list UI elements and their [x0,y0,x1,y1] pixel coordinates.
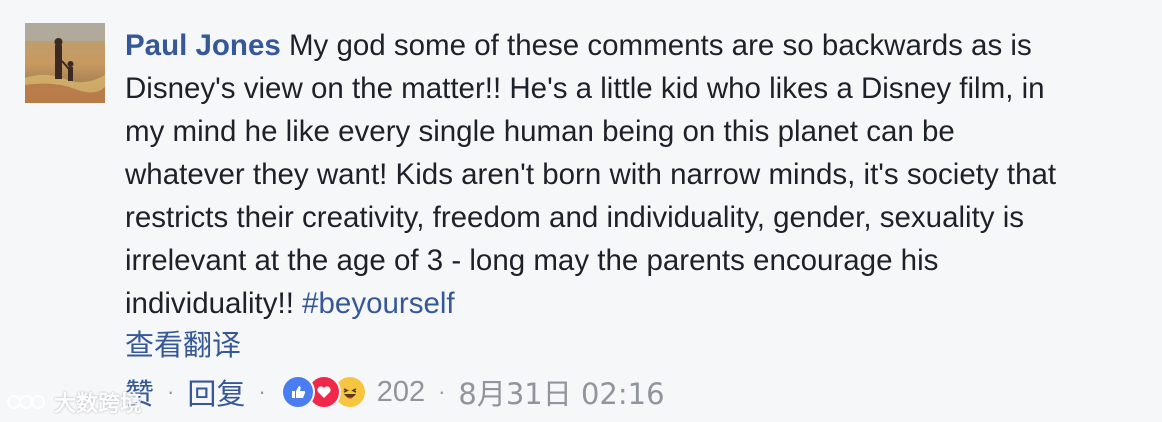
separator-dot: · [438,379,446,404]
comment-line: whatever they want! Kids aren't born wit… [125,158,1057,191]
comment-line: individuality!! [125,287,303,320]
comment-line: my mind he like every single human being… [125,115,955,148]
see-translation-link[interactable]: 查看翻译 [125,325,241,365]
comment-timestamp[interactable]: 8月31日 02:16 [458,371,664,413]
separator-dot: · [167,379,175,404]
separator-dot: · [258,379,266,404]
reaction-count[interactable]: 202 [377,376,425,409]
like-icon [280,375,315,409]
comment-line: restricts their creativity, freedom and … [125,201,1025,234]
reactions-summary[interactable] [280,375,367,409]
comment-actions: 赞 · 回复 · 202 · 8月31日 02:16 [125,372,665,412]
comment-body: Paul Jones My god some of these comments… [125,24,1157,325]
author-name[interactable]: Paul Jones [125,29,281,62]
hashtag-link[interactable]: #beyourself [302,287,455,320]
watermark-logo-icon [7,395,45,409]
avatar[interactable] [25,23,105,103]
watermark-text: 大数跨境 [54,392,143,417]
comment-line: Disney's view on the matter!! He's a lit… [125,72,1045,105]
comment-line: irrelevant at the age of 3 - long may th… [125,244,939,277]
watermark: 大数跨境 [6,386,142,418]
avatar-image [25,23,105,103]
comment-line: My god some of these comments are so bac… [288,29,1032,62]
comment-text: Paul Jones My god some of these comments… [125,24,1157,325]
reply-button[interactable]: 回复 [187,371,245,413]
comment-container: Paul Jones My god some of these comments… [0,0,1162,422]
